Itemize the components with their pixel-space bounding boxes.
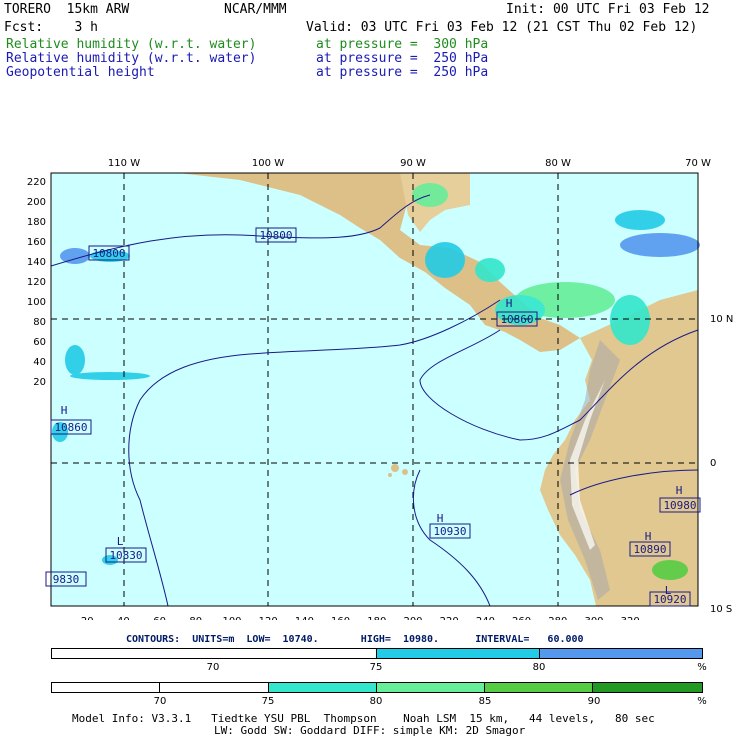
colorbar-segment	[160, 683, 269, 692]
x-tick-label: 260	[512, 616, 531, 620]
colorbar-segment	[376, 683, 486, 692]
contours-info: CONTOURS: UNITS=m LOW= 10740. HIGH= 1098…	[126, 634, 584, 645]
colorbar-segment	[485, 683, 594, 692]
contour-label: 10860	[500, 313, 533, 326]
y-tick-label: 220	[27, 177, 46, 188]
y-tick-label: 200	[27, 197, 46, 208]
x-tick-label: 180	[367, 616, 386, 620]
galapagos-island	[391, 464, 399, 472]
y-tick-label: 140	[27, 257, 46, 268]
galapagos-island	[402, 469, 408, 475]
colorbar-250hpa	[51, 648, 703, 659]
lat-label: 0	[710, 458, 716, 469]
y-tick-label: 80	[33, 317, 46, 328]
y-tick-label: 60	[33, 337, 46, 348]
contour-label: 10890	[633, 543, 666, 556]
x-tick-label: 100	[222, 616, 241, 620]
colorbar-300-label-80: 80	[369, 696, 383, 707]
colorbar-300-label-90: 90	[587, 696, 601, 707]
x-tick-label: 140	[295, 616, 314, 620]
colorbar-segment	[377, 649, 540, 658]
contour-label: 10800	[259, 229, 292, 242]
colorbar-250-label-70: 70	[206, 662, 220, 673]
y-tick-label: 40	[33, 357, 46, 368]
model-physics: LW: Godd SW: Goddard DIFF: simple KM: 2D…	[214, 724, 526, 737]
x-tick-label: 280	[548, 616, 567, 620]
colorbar-segment	[539, 649, 702, 658]
high-marker: H	[506, 297, 513, 310]
y-tick-label: 100	[27, 297, 46, 308]
y-tick-label: 160	[27, 237, 46, 248]
colorbar-segment	[593, 683, 702, 692]
y-tick-label: 120	[27, 277, 46, 288]
x-tick-label: 120	[259, 616, 278, 620]
lon-label: 110 W	[108, 158, 140, 169]
contour-label: 9830	[53, 573, 80, 586]
colorbar-300-label-70: 70	[153, 696, 167, 707]
colorbar-300-label-75: 75	[261, 696, 275, 707]
lon-label: 70 W	[685, 158, 711, 169]
high-marker: H	[437, 512, 444, 525]
x-tick-label: 40	[117, 616, 130, 620]
x-tick-label: 320	[621, 616, 640, 620]
x-tick-label: 160	[331, 616, 350, 620]
lon-label: 80 W	[545, 158, 571, 169]
x-tick-label: 300	[584, 616, 603, 620]
colorbar-segment	[52, 649, 377, 658]
y-tick-label: 20	[33, 377, 46, 388]
y-tick-label: 180	[27, 217, 46, 228]
high-marker: H	[645, 530, 652, 543]
colorbar-300-label-85: 85	[478, 696, 492, 707]
contour-label: 10800	[92, 247, 125, 260]
x-tick-label: 60	[153, 616, 166, 620]
x-tick-label: 240	[476, 616, 495, 620]
low-marker: L	[117, 535, 124, 548]
colorbar-segment	[268, 683, 377, 692]
contour-label: 10860	[54, 421, 87, 434]
galapagos-island	[388, 473, 392, 477]
high-marker: H	[61, 404, 68, 417]
contour-label: 10930	[433, 525, 466, 538]
x-tick-label: 80	[189, 616, 202, 620]
x-tick-label: 20	[81, 616, 94, 620]
colorbar-300-unit: %	[697, 696, 707, 707]
x-tick-label: 200	[403, 616, 422, 620]
colorbar-250-label-80: 80	[532, 662, 546, 673]
lat-label: 10 N	[710, 314, 733, 325]
contour-label: 10830	[109, 549, 142, 562]
contour-label: 10980	[663, 499, 696, 512]
colorbar-250-label-75: 75	[369, 662, 383, 673]
x-tick-label: 220	[440, 616, 459, 620]
low-marker: L	[665, 584, 672, 597]
lon-label: 90 W	[400, 158, 426, 169]
colorbar-250-unit: %	[697, 662, 707, 673]
high-marker: H	[676, 484, 683, 497]
lat-label: 10 S	[710, 604, 732, 615]
lon-label: 100 W	[252, 158, 284, 169]
weather-map: 110 W 100 W 90 W 80 W 70 W 10 N 0 10 S 20 40 60 80 1…	[27, 158, 733, 620]
colorbar-300hpa	[51, 682, 703, 693]
colorbar-segment	[52, 683, 161, 692]
